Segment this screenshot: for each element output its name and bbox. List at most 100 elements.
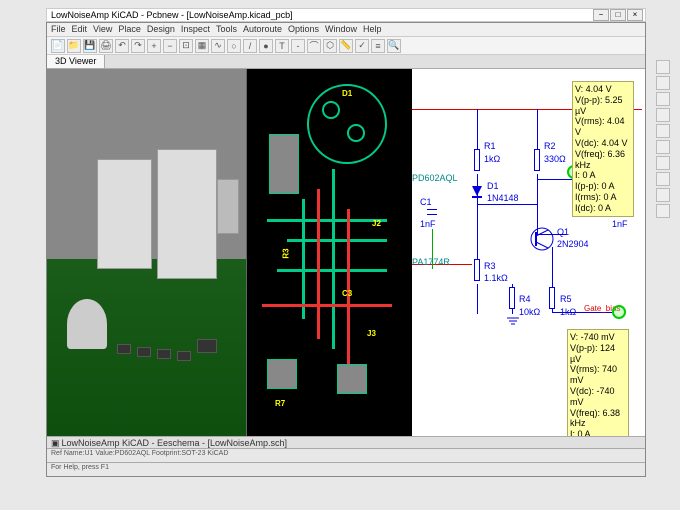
measure-icon[interactable]: 📏: [339, 39, 353, 53]
sch-ref-q1: Q1: [557, 227, 569, 237]
sch-val-q1: 2N2904: [557, 239, 589, 249]
tab-3d-viewer[interactable]: 3D Viewer: [47, 55, 105, 68]
sch-cap-plate: [427, 209, 437, 210]
via-icon[interactable]: ○: [227, 39, 241, 53]
save-icon[interactable]: 💾: [83, 39, 97, 53]
menu-file[interactable]: File: [51, 24, 66, 35]
poly-icon[interactable]: ⬡: [323, 39, 337, 53]
status-bar-footprint: Ref Name:U1 Value:PD602AQL Footprint:SOT…: [47, 448, 645, 462]
menu-bar: File Edit View Place Design Inspect Tool…: [47, 23, 645, 37]
menu-place[interactable]: Place: [118, 24, 141, 35]
sim-readout-drain: V: 4.04 VV(p-p): 5.25 µVV(rms): 4.04 V V…: [572, 81, 634, 217]
open-icon[interactable]: 📁: [67, 39, 81, 53]
line-icon[interactable]: -: [291, 39, 305, 53]
menu-inspect[interactable]: Inspect: [181, 24, 210, 35]
sch-val-r4: 10kΩ: [519, 307, 540, 317]
noconnect-tool-icon[interactable]: [656, 140, 670, 154]
sch-wire: [477, 109, 478, 149]
maximize-button[interactable]: □: [610, 9, 626, 21]
sch-resistor-r4: [509, 287, 515, 309]
menu-view[interactable]: View: [93, 24, 112, 35]
sim-probe-gate[interactable]: [612, 305, 626, 319]
menu-edit[interactable]: Edit: [72, 24, 88, 35]
3d-component-electrolytic: [67, 299, 107, 349]
sch-wire: [477, 284, 478, 314]
junction-tool-icon[interactable]: [656, 156, 670, 170]
3d-smd: [117, 344, 131, 354]
zoom-in-icon[interactable]: +: [147, 39, 161, 53]
sch-ref-r3: R3: [484, 261, 496, 271]
sch-resistor-r2: [534, 149, 540, 171]
pcb-footprint: [267, 359, 297, 389]
redo-icon[interactable]: ↷: [131, 39, 145, 53]
bus-tool-icon[interactable]: [656, 92, 670, 106]
arc-icon[interactable]: ⌒: [307, 39, 321, 53]
pad-icon[interactable]: ●: [259, 39, 273, 53]
pcb-footprint: [337, 364, 367, 394]
menu-design[interactable]: Design: [147, 24, 175, 35]
menu-help[interactable]: Help: [363, 24, 382, 35]
sch-val-r1: 1kΩ: [484, 154, 500, 164]
sch-wire: [477, 204, 478, 259]
text-icon[interactable]: T: [275, 39, 289, 53]
route-icon[interactable]: ∿: [211, 39, 225, 53]
close-button[interactable]: ×: [627, 9, 643, 21]
symbol-tool-icon[interactable]: [656, 172, 670, 186]
3d-component-cap: [217, 179, 239, 234]
sch-ref-d1: D1: [487, 181, 499, 191]
pcb-trace-red: [262, 304, 392, 307]
right-tool-palette: [656, 60, 672, 218]
menu-options[interactable]: Options: [288, 24, 319, 35]
pcb-ref-r7: R7: [275, 399, 285, 408]
3d-component-ic: [97, 159, 152, 269]
power-tool-icon[interactable]: [656, 124, 670, 138]
print-icon[interactable]: 🖨: [99, 39, 113, 53]
sch-val-c1: 1nF: [420, 219, 436, 229]
pcb-trace: [302, 199, 305, 319]
search-icon[interactable]: 🔍: [387, 39, 401, 53]
sch-ref-r2: R2: [544, 141, 556, 151]
sch-transistor-q1: [530, 227, 554, 251]
sim-readout-gate: V: -740 mVV(p-p): 124 µVV(rms): 740 mV V…: [567, 329, 629, 449]
3d-smd: [137, 347, 151, 357]
status-bar-help: For Help, press F1: [47, 462, 645, 476]
select-tool-icon[interactable]: [656, 60, 670, 74]
pcb-ref-j3: J3: [367, 329, 376, 338]
layers-icon[interactable]: ≡: [371, 39, 385, 53]
sch-val-r3: 1.1kΩ: [484, 273, 508, 283]
menu-window[interactable]: Window: [325, 24, 357, 35]
sch-resistor-r3: [474, 259, 480, 281]
zoom-out-icon[interactable]: −: [163, 39, 177, 53]
pcb-layout-panel[interactable]: D1 J2 J3 R3 R7 C3: [247, 69, 412, 449]
main-window: File Edit View Place Design Inspect Tool…: [46, 22, 646, 477]
label-tool-icon[interactable]: [656, 108, 670, 122]
content-area: D1 J2 J3 R3 R7 C3: [47, 69, 645, 449]
menu-tools[interactable]: Tools: [216, 24, 237, 35]
sch-part-u1: PD602AQL: [412, 173, 458, 183]
drc-icon[interactable]: ✓: [355, 39, 369, 53]
sch-ref-r5: R5: [560, 294, 572, 304]
wire-tool-icon[interactable]: [656, 76, 670, 90]
sch-wire: [537, 174, 538, 234]
sch-wire: [477, 204, 537, 205]
sch-wire: [537, 109, 538, 149]
pcb-pad: [322, 101, 340, 119]
sch-val-d1: 1N4148: [487, 193, 519, 203]
grid-icon[interactable]: ▦: [195, 39, 209, 53]
pcb-ref-c3: C3: [342, 289, 352, 298]
minimize-button[interactable]: −: [593, 9, 609, 21]
pcb-trace: [267, 219, 387, 222]
pcb-ref-j2: J2: [372, 219, 381, 228]
zoom-fit-icon[interactable]: ⊡: [179, 39, 193, 53]
3d-smd: [177, 351, 191, 361]
pcb-footprint: [269, 134, 299, 194]
text-tool-icon[interactable]: [656, 188, 670, 202]
schematic-panel[interactable]: R1 1kΩ R2 330Ω R3 1.1kΩ R4 10kΩ R5 1kΩ C…: [412, 69, 645, 449]
delete-tool-icon[interactable]: [656, 204, 670, 218]
track-icon[interactable]: /: [243, 39, 257, 53]
menu-autoroute[interactable]: Autoroute: [243, 24, 282, 35]
3d-viewer-panel[interactable]: [47, 69, 247, 449]
new-icon[interactable]: 📄: [51, 39, 65, 53]
pcb-child-icon: ▣: [51, 438, 60, 448]
undo-icon[interactable]: ↶: [115, 39, 129, 53]
